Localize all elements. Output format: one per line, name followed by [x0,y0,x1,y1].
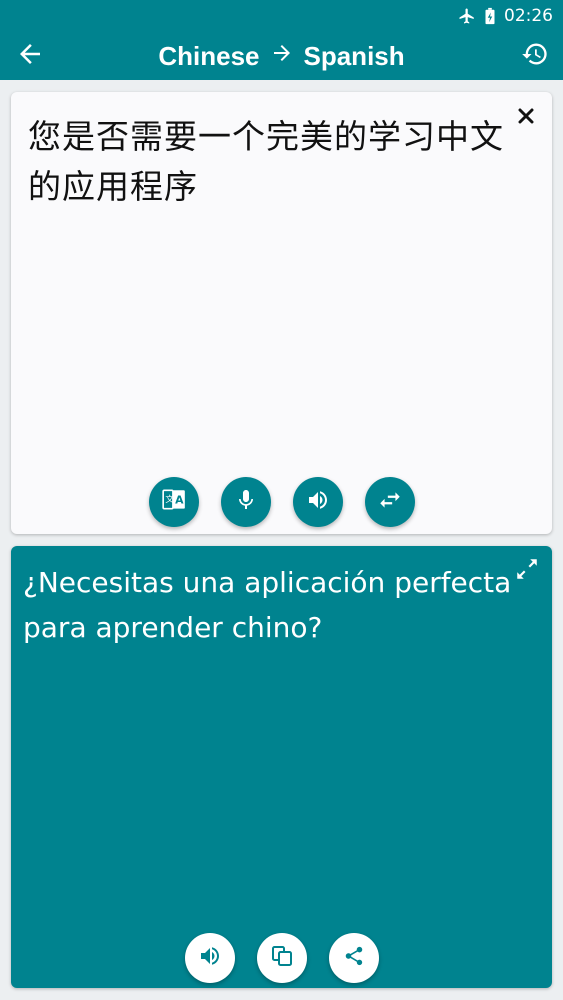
fullscreen-button[interactable] [512,556,542,586]
share-icon [343,945,365,971]
source-card[interactable]: 您是否需要一个完美的学习中文的应用程序 文 A [11,92,552,534]
speak-target-button[interactable] [184,933,235,983]
airplane-icon [458,7,476,25]
copy-button[interactable] [256,933,307,983]
microphone-icon [234,488,258,516]
speak-source-button[interactable] [292,477,343,527]
translation-text: ¿Necesitas una aplicación perfecta para … [23,566,512,644]
swap-languages-button[interactable] [364,477,415,527]
clear-button[interactable] [514,106,538,130]
target-card: ¿Necesitas una aplicación perfecta para … [11,546,552,988]
history-button[interactable] [515,36,555,76]
speaker-icon [306,488,330,516]
app-bar: Chinese Spanish [0,32,563,80]
fullscreen-icon [514,556,540,586]
source-text[interactable]: 您是否需要一个完美的学习中文的应用程序 [28,112,508,212]
source-actions: 文 A [11,477,552,527]
close-icon [518,108,534,128]
battery-charging-icon [484,7,496,25]
translate-image-icon: 文 A [161,487,187,517]
microphone-button[interactable] [220,477,271,527]
source-language-label[interactable]: Chinese [158,41,259,72]
target-actions [11,933,552,983]
arrow-right-icon [270,41,294,72]
copy-icon [270,944,294,972]
svg-text:A: A [175,493,184,506]
language-pair-title[interactable]: Chinese Spanish [0,32,563,80]
share-button[interactable] [328,933,379,983]
swap-icon [377,487,403,517]
camera-translate-button[interactable]: 文 A [148,477,199,527]
target-language-label[interactable]: Spanish [304,41,405,72]
history-icon [521,40,549,72]
status-time: 02:26 [504,6,553,26]
status-bar: 02:26 [0,0,563,32]
speaker-icon [198,944,222,972]
